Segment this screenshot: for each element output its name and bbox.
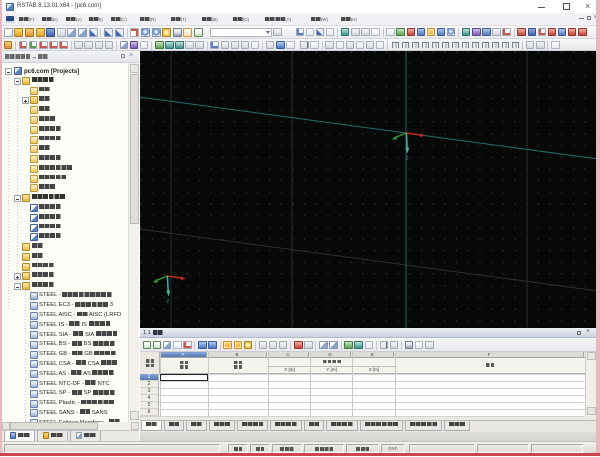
svg-text:z: z (167, 299, 170, 305)
svg-text:z: z (406, 156, 409, 162)
